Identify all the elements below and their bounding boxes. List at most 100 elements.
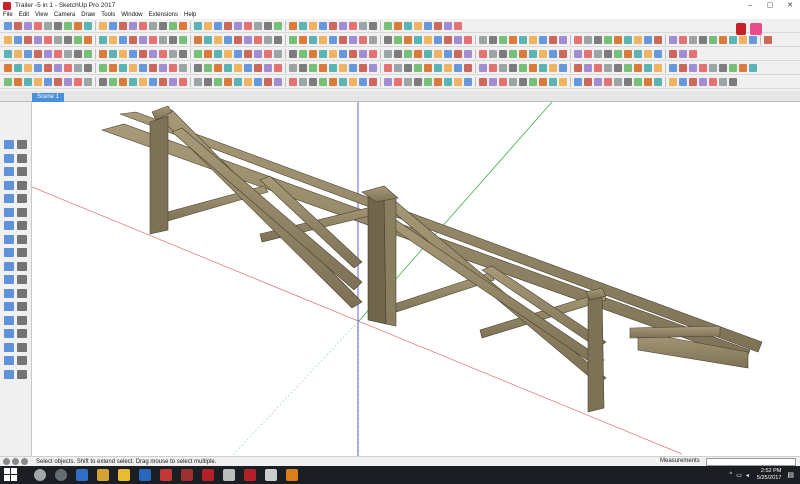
toolbar-tool-icon[interactable] [539,78,547,86]
toolbar-tool-icon[interactable] [139,50,147,58]
toolbar-tool-icon[interactable] [584,50,592,58]
toolbar-tool-icon[interactable] [464,64,472,72]
toolbar-tool-icon[interactable] [499,50,507,58]
toolbar-tool-icon[interactable] [44,78,52,86]
toolbar-tool-icon[interactable] [559,64,567,72]
toolbar-tool-icon[interactable] [424,64,432,72]
minimize-button[interactable]: – [740,0,760,11]
toolbar-tool-icon[interactable] [669,50,677,58]
toolbar-tool-icon[interactable] [34,22,42,30]
toolbar-tool-icon[interactable] [194,50,202,58]
toolbar-tool-icon[interactable] [74,64,82,72]
toolbar-tool-icon[interactable] [349,78,357,86]
toolbar-tool-icon[interactable] [749,36,757,44]
toolbar-tool-icon[interactable] [44,36,52,44]
toolbar-tool-icon[interactable] [34,36,42,44]
toolbar-tool-icon[interactable] [519,78,527,86]
m-app-2-icon[interactable] [181,469,193,481]
toolbar-tool-icon[interactable] [299,64,307,72]
eraser-icon[interactable] [17,140,27,149]
toolbar-tool-icon[interactable] [394,50,402,58]
toolbar-tool-icon[interactable] [194,78,202,86]
toolbar-tool-icon[interactable] [604,36,612,44]
toolbar-tool-icon[interactable] [624,50,632,58]
m-app-icon[interactable] [160,469,172,481]
text-icon[interactable] [17,288,27,298]
toolbar-tool-icon[interactable] [4,64,12,72]
toolbar-tool-icon[interactable] [549,36,557,44]
toolbar-tool-icon[interactable] [434,78,442,86]
toolbar-tool-icon[interactable] [299,50,307,58]
toolbar-tool-icon[interactable] [84,50,92,58]
toolbar-tool-icon[interactable] [574,78,582,86]
toolbar-tool-icon[interactable] [359,22,367,30]
toolbar-tool-icon[interactable] [129,22,137,30]
toolbar-tool-icon[interactable] [529,50,537,58]
toolbar-tool-icon[interactable] [709,64,717,72]
toolbar-tool-icon[interactable] [319,36,327,44]
search-icon[interactable] [34,469,46,481]
toolbar-tool-icon[interactable] [604,78,612,86]
follow-me-icon[interactable] [17,248,27,257]
toolbar-tool-icon[interactable] [519,36,527,44]
toolbar-tool-icon[interactable] [669,36,677,44]
arc-2pt-icon[interactable] [17,221,27,230]
toolbar-tool-icon[interactable] [464,78,472,86]
toolbar-tool-icon[interactable] [4,50,12,58]
extension-manager-icon[interactable] [750,23,762,35]
toolbar-tool-icon[interactable] [499,64,507,72]
menu-tools[interactable]: Tools [98,12,118,18]
toolbar-tool-icon[interactable] [139,36,147,44]
toolbar-tool-icon[interactable] [434,36,442,44]
toolbar-tool-icon[interactable] [289,36,297,44]
toolbar-tool-icon[interactable] [149,50,157,58]
menu-camera[interactable]: Camera [51,12,78,18]
section-plane-icon[interactable] [17,369,27,379]
toolbar-tool-icon[interactable] [299,78,307,86]
toolbar-tool-icon[interactable] [329,78,337,86]
zoom-icon[interactable] [4,329,14,338]
toolbar-tool-icon[interactable] [594,64,602,72]
toolbar-tool-icon[interactable] [559,50,567,58]
rectangle-icon[interactable] [4,180,14,190]
vlc-icon[interactable] [286,469,298,481]
move-icon[interactable] [4,234,14,244]
edge-icon[interactable] [76,469,88,481]
toolbar-tool-icon[interactable] [394,22,402,30]
toolbar-tool-icon[interactable] [14,36,22,44]
toolbar-tool-icon[interactable] [689,50,697,58]
toolbar-tool-icon[interactable] [234,36,242,44]
toolbar-tool-icon[interactable] [74,22,82,30]
toolbar-tool-icon[interactable] [169,36,177,44]
tray-chevron-icon[interactable]: ^ [729,472,732,478]
tab-scene-1[interactable]: Scene 1 [32,93,65,102]
toolbar-tool-icon[interactable] [129,50,137,58]
toolbar-tool-icon[interactable] [644,36,652,44]
toolbar-tool-icon[interactable] [384,78,392,86]
toolbar-tool-icon[interactable] [129,78,137,86]
toolbar-tool-icon[interactable] [4,22,12,30]
toolbar-tool-icon[interactable] [454,36,462,44]
menu-extensions[interactable]: Extensions [146,12,181,18]
rotate-icon[interactable] [4,248,14,257]
toolbar-tool-icon[interactable] [64,78,72,86]
toolbar-tool-icon[interactable] [404,78,412,86]
toolbar-tool-icon[interactable] [464,50,472,58]
toolbar-tool-icon[interactable] [74,36,82,44]
toolbar-tool-icon[interactable] [574,64,582,72]
toolbar-tool-icon[interactable] [109,78,117,86]
toolbar-tool-icon[interactable] [149,22,157,30]
toolbar-tool-icon[interactable] [254,50,262,58]
sketchup-icon[interactable] [202,469,214,481]
toolbar-tool-icon[interactable] [414,78,422,86]
toolbar-tool-icon[interactable] [669,64,677,72]
axes-icon[interactable] [4,302,14,311]
toolbar-tool-icon[interactable] [84,64,92,72]
toolbar-tool-icon[interactable] [339,64,347,72]
tape-measure-icon[interactable] [4,275,14,284]
toolbar-tool-icon[interactable] [254,64,262,72]
toolbar-tool-icon[interactable] [319,78,327,86]
toolbar-tool-icon[interactable] [529,64,537,72]
toolbar-tool-icon[interactable] [359,50,367,58]
toolbar-tool-icon[interactable] [264,22,272,30]
